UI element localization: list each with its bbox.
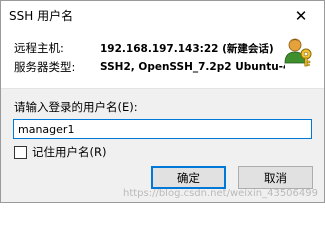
watermark: https://blog.csdn.net/weixin_43506499 [122,188,318,199]
remote-host-label: 远程主机: [14,41,64,55]
cancel-button[interactable]: 取消 [238,166,313,189]
server-type-value: SSH2, OpenSSH_7.2p2 Ubuntu-4 [100,61,285,73]
username-prompt: 请输入登录的用户名(E): [14,100,138,114]
remote-host-value: 192.168.197.143:22 (新建会话) [100,42,274,55]
remember-username-checkbox[interactable]: 记住用户名(R) [14,144,106,160]
connection-info-panel: 远程主机: 192.168.197.143:22 (新建会话) 服务器类型: S… [1,31,324,89]
user-key-icon [284,38,312,67]
ok-button[interactable]: 确定 [151,166,226,189]
close-button[interactable]: ✕ [278,1,324,31]
checkbox-box[interactable] [14,145,27,159]
dialog-body: 请输入登录的用户名(E): 记住用户名(R) 确定 取消 https://blo… [1,89,324,202]
close-icon: ✕ [294,7,308,25]
remote-host-row: 远程主机: 192.168.197.143:22 (新建会话) [14,40,285,56]
server-type-label: 服务器类型: [14,60,76,74]
remember-username-label: 记住用户名(R) [32,145,107,159]
window-title: SSH 用户名 [9,9,74,23]
title-bar[interactable]: SSH 用户名 ✕ [1,1,324,31]
server-type-row: 服务器类型: SSH2, OpenSSH_7.2p2 Ubuntu-4 [14,59,285,75]
ssh-username-dialog: SSH 用户名 ✕ 远程主机: 192.168.197.143:22 (新建会话… [0,0,325,203]
username-input[interactable] [13,119,312,139]
